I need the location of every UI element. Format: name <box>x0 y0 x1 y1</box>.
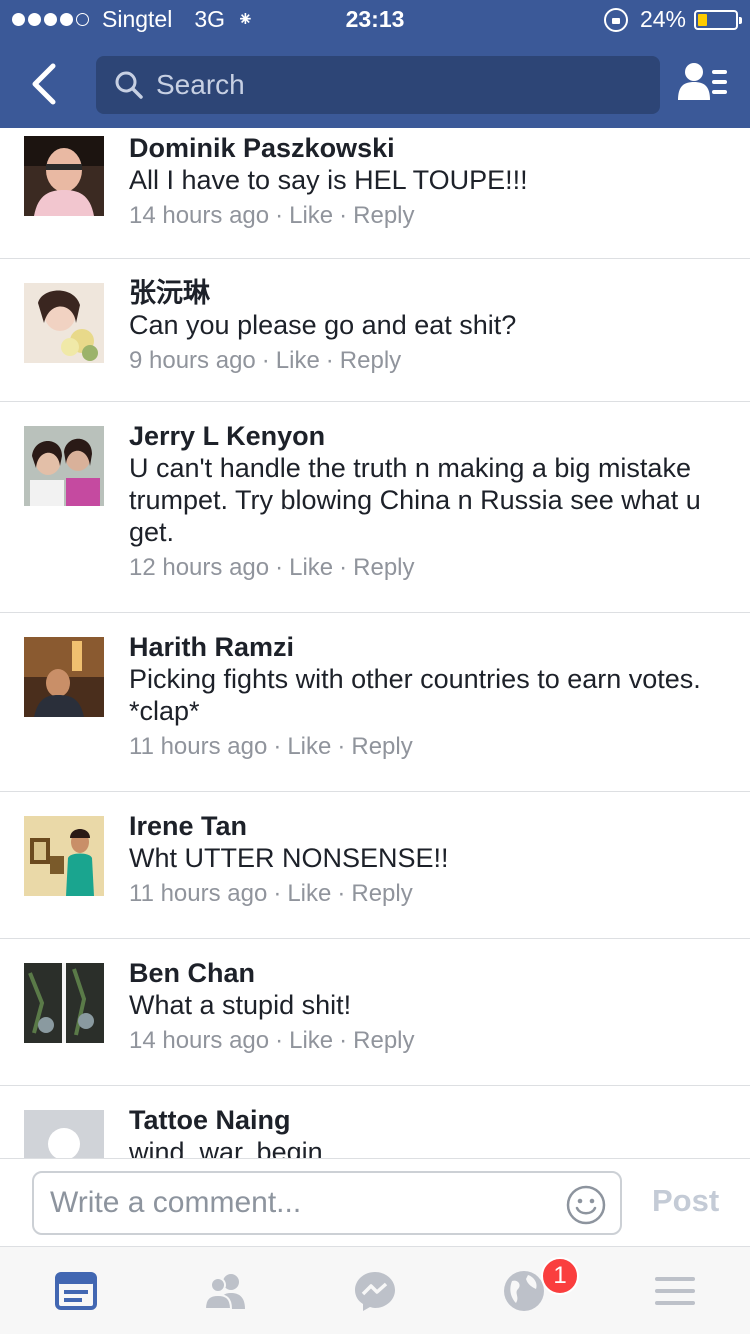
avatar[interactable] <box>24 1110 104 1158</box>
battery-icon <box>694 9 742 30</box>
search-bar[interactable] <box>96 56 660 114</box>
reply-button[interactable]: Reply <box>353 1025 414 1057</box>
avatar[interactable] <box>24 426 104 506</box>
comment-time: 9 hours ago <box>129 347 256 374</box>
comment-meta: 11 hours ago · Like · Reply <box>129 731 720 763</box>
friends-list-icon <box>678 63 727 100</box>
comment-author[interactable]: Jerry L Kenyon <box>129 420 720 452</box>
like-button[interactable]: Like <box>287 731 331 763</box>
comment-item: Dominik Paszkowski All I have to say is … <box>0 128 750 259</box>
comment-text: wind, war, begin <box>129 1137 323 1158</box>
avatar[interactable] <box>24 136 104 216</box>
comment-time: 14 hours ago <box>129 202 270 229</box>
comment-text: What a stupid shit! <box>129 990 352 1020</box>
emoji-icon[interactable] <box>566 1185 606 1225</box>
reply-button[interactable]: Reply <box>340 345 401 377</box>
friend-requests-icon[interactable] <box>203 1269 247 1313</box>
reply-button[interactable]: Reply <box>351 731 412 763</box>
comment-text: All I have to say is HEL TOUPE!!! <box>129 165 528 195</box>
like-button[interactable]: Like <box>287 878 331 910</box>
news-feed-icon[interactable] <box>54 1269 98 1313</box>
messenger-icon[interactable] <box>353 1269 397 1313</box>
menu-icon[interactable] <box>653 1269 697 1313</box>
comment-input-box[interactable] <box>32 1171 622 1235</box>
comment-text: Wht UTTER NONSENSE!! <box>129 843 449 873</box>
comment-author[interactable]: Irene Tan <box>129 810 720 842</box>
comment-meta: 14 hours ago · Like · Reply <box>129 200 720 232</box>
comment-time: 11 hours ago <box>129 733 268 760</box>
reply-button[interactable]: Reply <box>353 200 414 232</box>
comment-meta: 14 hours ago · Like · Reply <box>129 1025 720 1057</box>
friends-list-button[interactable] <box>678 60 728 108</box>
post-button[interactable]: Post <box>652 1183 719 1219</box>
comment-item: Jerry L Kenyon U can't handle the truth … <box>0 402 750 613</box>
back-button[interactable] <box>22 58 66 110</box>
comment-text: Picking fights with other countries to e… <box>129 664 701 726</box>
notifications-globe-icon[interactable] <box>502 1269 546 1313</box>
status-bar: Singtel 3G ⁕ 23:13 24% <box>0 0 750 40</box>
reply-button[interactable]: Reply <box>351 878 412 910</box>
avatar[interactable] <box>24 816 104 896</box>
comment-time: 12 hours ago <box>129 554 270 581</box>
comment-author[interactable]: Dominik Paszkowski <box>129 132 720 164</box>
comment-input[interactable] <box>50 1186 550 1220</box>
battery-percent: 24% <box>639 6 686 32</box>
comment-item: Harith Ramzi Picking fights with other c… <box>0 613 750 792</box>
chevron-left-icon <box>32 63 56 105</box>
search-icon <box>115 71 143 99</box>
top-bar: Singtel 3G ⁕ 23:13 24% <box>0 0 750 128</box>
comment-item: 张沅琳 Can you please go and eat shit? 9 ho… <box>0 259 750 402</box>
avatar[interactable] <box>24 963 104 1043</box>
tab-bar: 1 <box>0 1246 750 1334</box>
comment-meta: 12 hours ago · Like · Reply <box>129 552 720 584</box>
like-button[interactable]: Like <box>289 200 333 232</box>
comments-list[interactable]: Dominik Paszkowski All I have to say is … <box>0 128 750 1158</box>
like-button[interactable]: Like <box>289 1025 333 1057</box>
comment-author[interactable]: Tattoe Naing <box>129 1104 720 1136</box>
avatar[interactable] <box>24 637 104 717</box>
avatar[interactable] <box>24 283 104 363</box>
navigation-bar <box>0 40 750 128</box>
comment-author[interactable]: Harith Ramzi <box>129 631 720 663</box>
search-input[interactable] <box>156 69 636 101</box>
like-button[interactable]: Like <box>276 345 320 377</box>
comment-text: Can you please go and eat shit? <box>129 310 517 340</box>
comment-item: Ben Chan What a stupid shit! 14 hours ag… <box>0 939 750 1086</box>
reply-button[interactable]: Reply <box>353 552 414 584</box>
comment-time: 14 hours ago <box>129 1027 270 1054</box>
comment-time: 11 hours ago <box>129 880 268 907</box>
comment-item: Irene Tan Wht UTTER NONSENSE!! 11 hours … <box>0 792 750 939</box>
comment-text: U can't handle the truth n making a big … <box>129 453 701 547</box>
comment-author[interactable]: 张沅琳 <box>129 277 720 309</box>
comment-meta: 9 hours ago · Like · Reply <box>129 345 720 377</box>
notification-badge[interactable]: 1 <box>541 1257 579 1295</box>
rotation-lock-icon <box>603 7 628 32</box>
comment-item: Tattoe Naing wind, war, begin <box>0 1086 750 1158</box>
comment-meta: 11 hours ago · Like · Reply <box>129 878 720 910</box>
comment-composer: Post <box>0 1158 750 1246</box>
like-button[interactable]: Like <box>289 552 333 584</box>
comment-author[interactable]: Ben Chan <box>129 957 720 989</box>
